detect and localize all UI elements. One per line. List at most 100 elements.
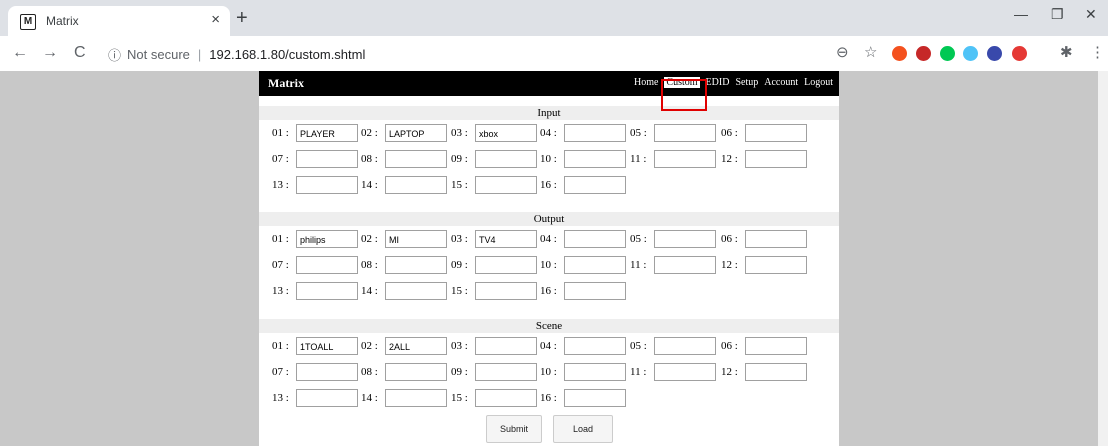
name-input[interactable] <box>745 363 807 381</box>
ext-k-icon[interactable] <box>916 46 931 61</box>
name-input[interactable] <box>296 363 358 381</box>
name-input[interactable]: LAPTOP <box>385 124 447 142</box>
name-input[interactable] <box>654 337 716 355</box>
field-input-7: 07 : <box>272 150 358 168</box>
ext-grammarly-icon[interactable] <box>940 46 955 61</box>
name-input[interactable] <box>745 230 807 248</box>
name-input[interactable] <box>745 256 807 274</box>
ext-refresh-icon[interactable] <box>1012 46 1027 61</box>
field-number-label: 10 : <box>540 259 557 271</box>
field-number-label: 08 : <box>361 259 378 271</box>
field-output-13: 13 : <box>272 282 358 300</box>
name-input[interactable] <box>654 256 716 274</box>
extensions-puzzle-icon[interactable]: ✱ <box>1060 44 1073 62</box>
name-input[interactable] <box>385 363 447 381</box>
field-number-label: 13 : <box>272 179 289 191</box>
name-input[interactable] <box>475 282 537 300</box>
tab-close-icon[interactable]: × <box>211 12 220 28</box>
field-input-5: 05 : <box>630 124 716 142</box>
name-input[interactable]: PLAYER <box>296 124 358 142</box>
name-input[interactable] <box>475 176 537 194</box>
field-number-label: 09 : <box>451 366 468 378</box>
name-input[interactable] <box>296 150 358 168</box>
nav-item-setup[interactable]: Setup <box>735 77 758 88</box>
name-input[interactable]: 2ALL <box>385 337 447 355</box>
restore-icon[interactable]: ❐ <box>1051 6 1064 23</box>
field-output-8: 08 : <box>361 256 447 274</box>
load-button[interactable]: Load <box>553 415 613 443</box>
name-input[interactable]: xbox <box>475 124 537 142</box>
name-input[interactable] <box>475 150 537 168</box>
tab-title: Matrix <box>46 14 79 28</box>
forward-icon[interactable]: → <box>42 44 58 62</box>
name-input[interactable] <box>564 150 626 168</box>
zoom-icon[interactable]: ⊖ <box>836 44 849 62</box>
name-input[interactable]: TV4 <box>475 230 537 248</box>
browser-tab[interactable]: M Matrix × <box>8 6 230 36</box>
nav-item-account[interactable]: Account <box>764 77 798 88</box>
field-number-label: 11 : <box>630 259 647 271</box>
scrollbar[interactable] <box>1098 71 1108 446</box>
name-input[interactable] <box>564 176 626 194</box>
name-input[interactable] <box>385 150 447 168</box>
address-bar[interactable]: ⓘ Not secure | 192.168.1.80/custom.shtml <box>108 45 365 63</box>
name-input[interactable] <box>654 150 716 168</box>
field-number-label: 10 : <box>540 366 557 378</box>
name-input[interactable] <box>654 124 716 142</box>
name-input[interactable] <box>564 256 626 274</box>
matrix-favicon-icon: M <box>20 14 36 30</box>
name-input[interactable] <box>385 282 447 300</box>
name-input[interactable] <box>564 282 626 300</box>
menu-icon[interactable]: ⋮ <box>1090 44 1105 62</box>
bookmark-star-icon[interactable]: ☆ <box>864 44 877 62</box>
field-number-label: 15 : <box>451 285 468 297</box>
ext-compass-icon[interactable] <box>987 46 1002 61</box>
name-input[interactable]: philips <box>296 230 358 248</box>
name-input[interactable] <box>475 256 537 274</box>
nav-item-edid[interactable]: EDID <box>706 77 730 88</box>
name-input[interactable] <box>564 230 626 248</box>
url-text[interactable]: 192.168.1.80/custom.shtml <box>209 47 365 62</box>
name-input[interactable] <box>564 124 626 142</box>
back-icon[interactable]: ← <box>12 44 28 62</box>
field-scene-7: 07 : <box>272 363 358 381</box>
name-input[interactable] <box>475 363 537 381</box>
name-input[interactable]: MI <box>385 230 447 248</box>
name-input[interactable]: 1TOALL <box>296 337 358 355</box>
name-input[interactable] <box>296 256 358 274</box>
field-number-label: 02 : <box>361 127 378 139</box>
name-input[interactable] <box>385 256 447 274</box>
field-number-label: 10 : <box>540 153 557 165</box>
name-input[interactable] <box>654 363 716 381</box>
submit-button[interactable]: Submit <box>486 415 542 443</box>
name-input[interactable] <box>296 176 358 194</box>
tab-strip: M Matrix × + — ❐ ✕ <box>0 0 1108 36</box>
name-input[interactable] <box>745 124 807 142</box>
name-input[interactable] <box>385 176 447 194</box>
name-input[interactable] <box>564 363 626 381</box>
field-output-2: 02 : MI <box>361 230 447 248</box>
nav-item-logout[interactable]: Logout <box>804 77 833 88</box>
name-input[interactable] <box>296 389 358 407</box>
name-input[interactable] <box>385 389 447 407</box>
reload-icon[interactable]: C <box>74 44 86 62</box>
name-input[interactable] <box>475 389 537 407</box>
name-input[interactable] <box>745 150 807 168</box>
name-input[interactable] <box>475 337 537 355</box>
field-input-11: 11 : <box>630 150 716 168</box>
nav-item-home[interactable]: Home <box>634 77 658 88</box>
field-scene-13: 13 : <box>272 389 358 407</box>
minimize-icon[interactable]: — <box>1014 6 1028 22</box>
name-input[interactable] <box>564 389 626 407</box>
ext-flower-icon[interactable] <box>963 46 978 61</box>
name-input[interactable] <box>296 282 358 300</box>
close-window-icon[interactable]: ✕ <box>1085 6 1097 23</box>
name-input[interactable] <box>564 337 626 355</box>
field-input-13: 13 : <box>272 176 358 194</box>
info-icon[interactable]: ⓘ <box>108 45 121 64</box>
name-input[interactable] <box>745 337 807 355</box>
name-input[interactable] <box>654 230 716 248</box>
ext-fire-icon[interactable] <box>892 46 907 61</box>
field-number-label: 08 : <box>361 366 378 378</box>
new-tab-icon[interactable]: + <box>236 8 248 28</box>
